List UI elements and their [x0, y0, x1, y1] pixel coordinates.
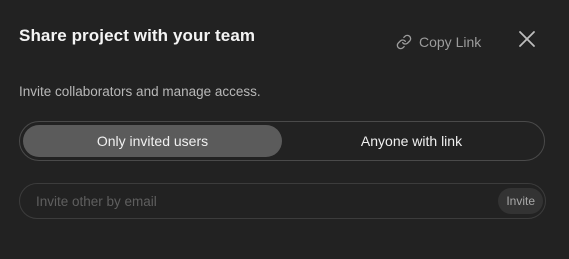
option-anyone-with-link[interactable]: Anyone with link: [282, 125, 541, 157]
copy-link-label: Copy Link: [419, 34, 482, 50]
invite-email-input[interactable]: [20, 184, 499, 218]
dialog-subtitle: Invite collaborators and manage access.: [19, 84, 261, 99]
close-button[interactable]: [516, 30, 538, 52]
share-dialog: Share project with your team Copy Link I…: [0, 0, 569, 259]
invite-field-container: Invite: [19, 183, 546, 219]
link-icon: [396, 34, 412, 50]
invite-button[interactable]: Invite: [498, 188, 543, 214]
close-icon: [518, 30, 536, 53]
dialog-title: Share project with your team: [19, 26, 256, 45]
copy-link-button[interactable]: Copy Link: [396, 32, 481, 52]
access-toggle: Only invited users Anyone with link: [19, 121, 545, 161]
option-only-invited-users[interactable]: Only invited users: [23, 125, 282, 157]
